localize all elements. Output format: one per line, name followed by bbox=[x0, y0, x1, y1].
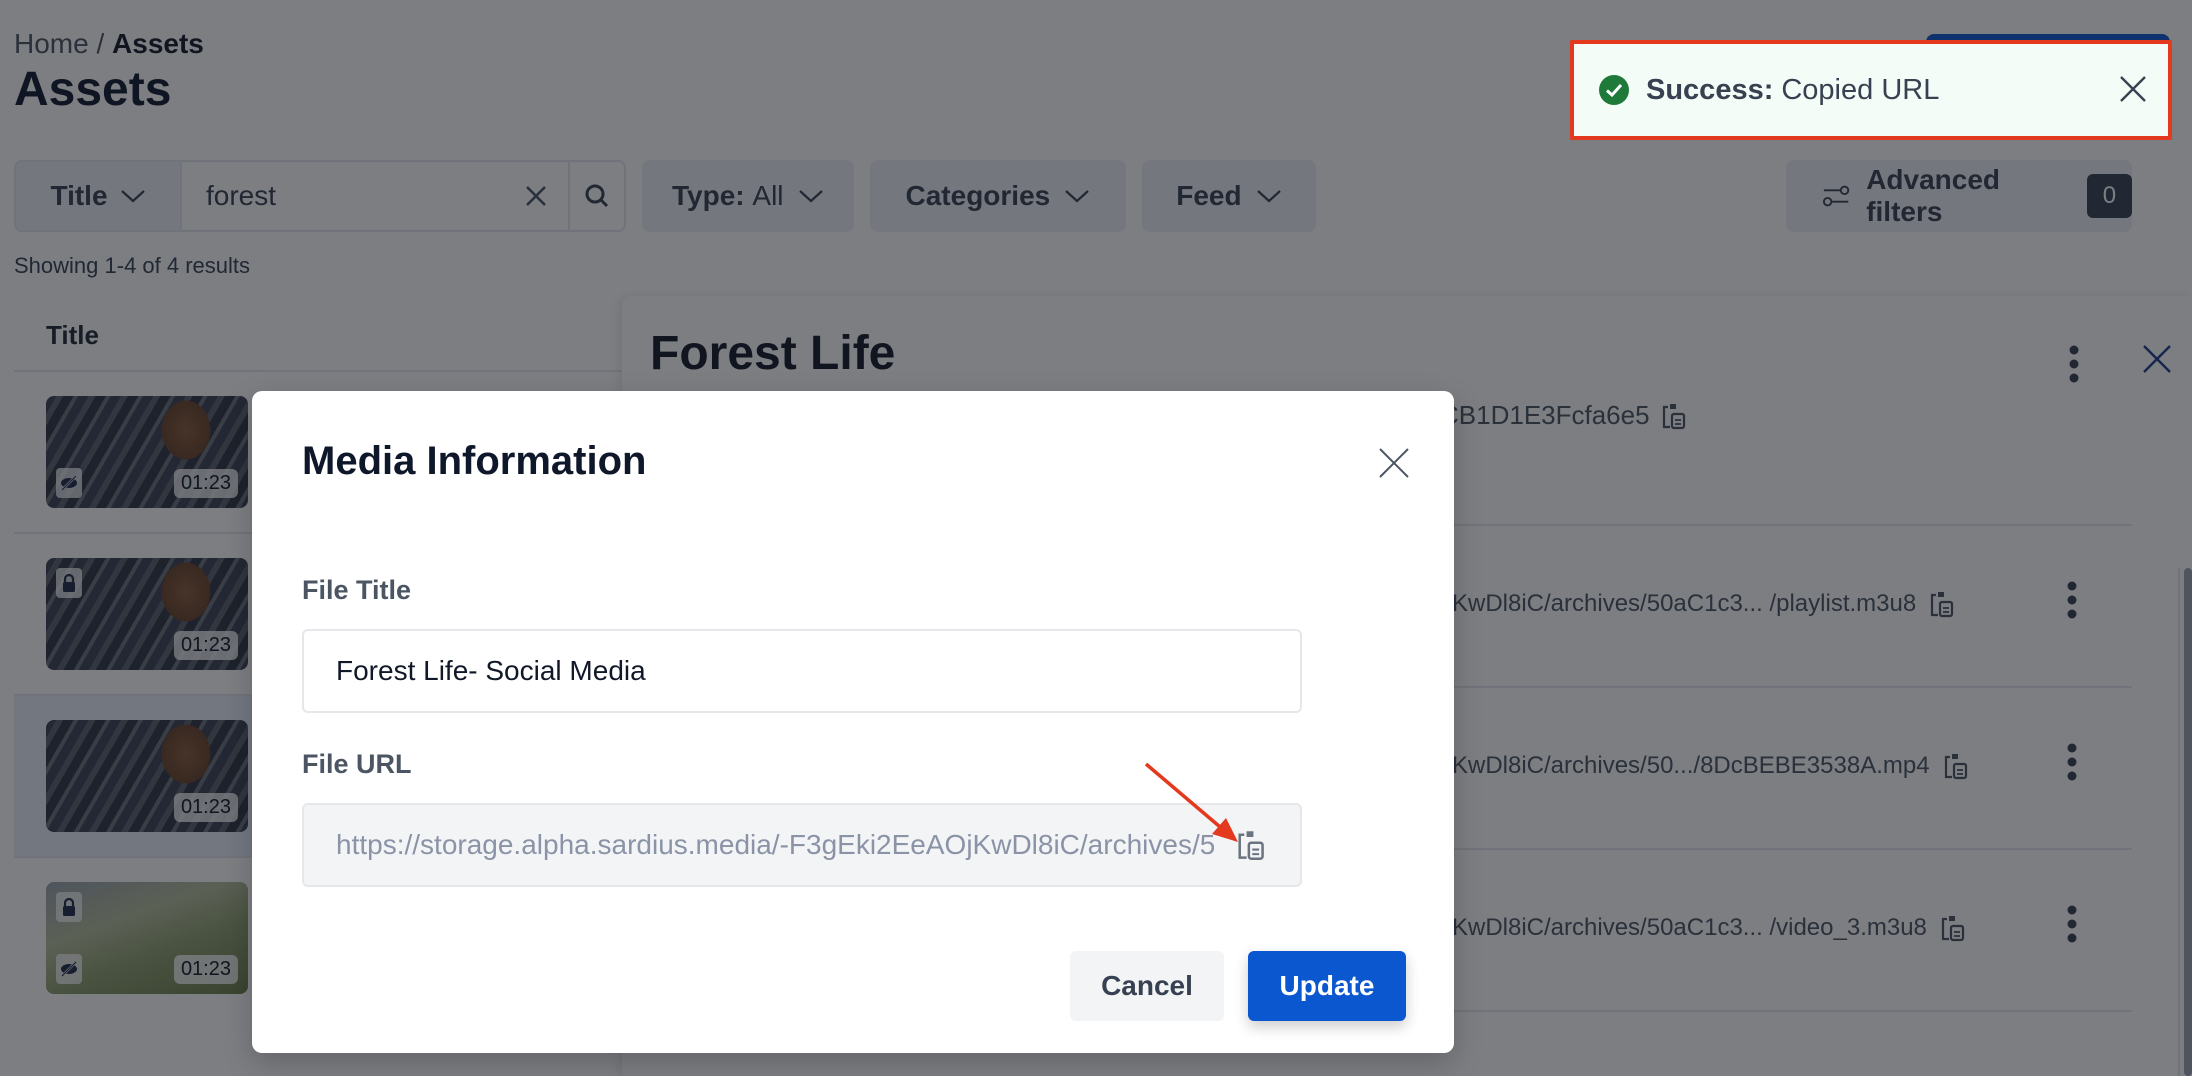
file-title-value: Forest Life- Social Media bbox=[336, 655, 646, 686]
file-title-label: File Title bbox=[302, 575, 412, 605]
close-toast-icon[interactable] bbox=[2118, 74, 2148, 104]
dialog-title: Media Information bbox=[302, 439, 647, 483]
close-dialog-icon[interactable] bbox=[1376, 445, 1412, 481]
media-information-dialog: Media Information File Title Forest Life… bbox=[252, 391, 1454, 1053]
file-url-value: https://storage.alpha.sardius.media/-F3g… bbox=[336, 829, 1214, 860]
success-toast: Success: Copied URL bbox=[1570, 40, 2172, 140]
file-title-input[interactable]: Forest Life- Social Media bbox=[302, 629, 1302, 713]
check-circle-icon bbox=[1599, 75, 1629, 105]
annotation-arrow bbox=[1144, 762, 1238, 842]
cancel-button[interactable]: Cancel bbox=[1070, 951, 1224, 1021]
toast-message: Copied URL bbox=[1781, 73, 1940, 106]
file-url-label: File URL bbox=[302, 749, 412, 779]
toast-status: Success: bbox=[1646, 73, 1774, 106]
update-button[interactable]: Update bbox=[1248, 951, 1406, 1021]
